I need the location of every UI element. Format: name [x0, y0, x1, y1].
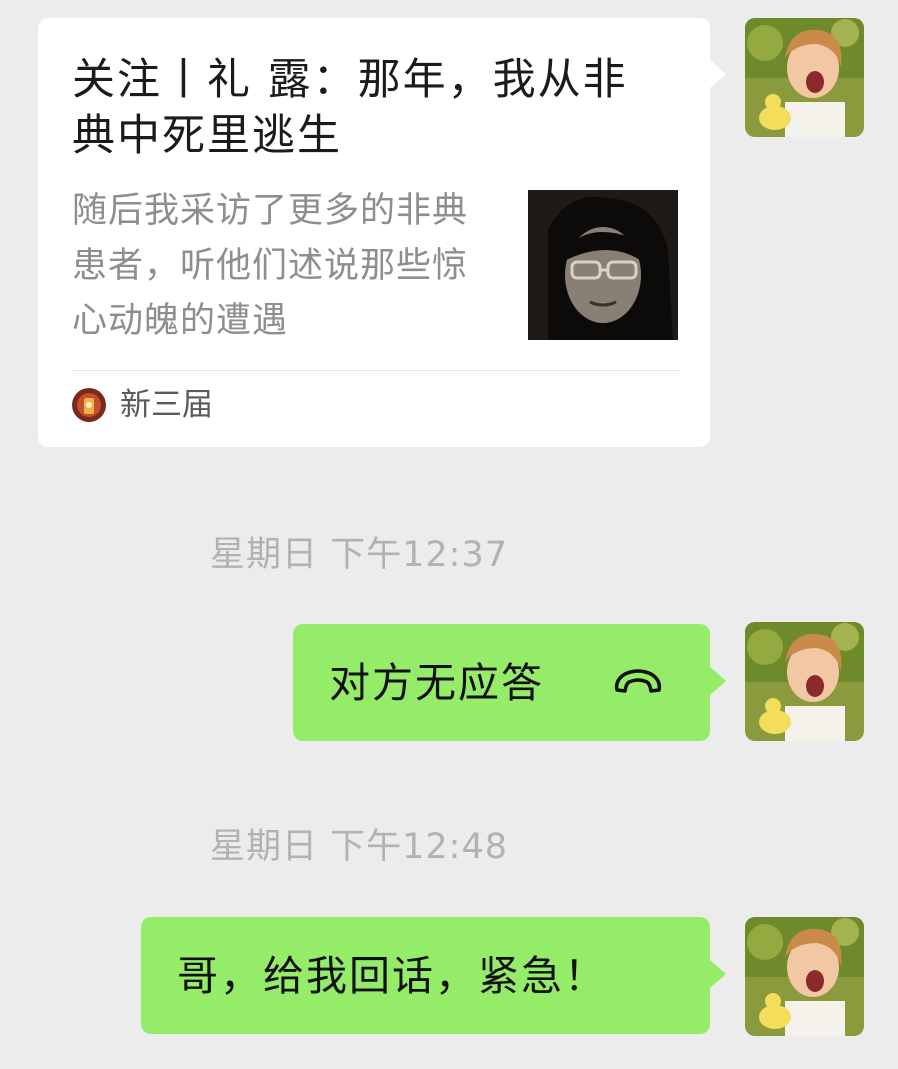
- article-title: 关注丨礼 露：那年，我从非典中死里逃生: [72, 55, 628, 161]
- hangup-phone-icon: [614, 669, 662, 693]
- avatar[interactable]: [745, 622, 864, 741]
- bubble-tail: [710, 667, 726, 695]
- timestamp: 星期日 下午12:48: [210, 827, 508, 867]
- card-tail: [710, 60, 726, 88]
- avatar[interactable]: [745, 18, 864, 137]
- article-source-name: 新三届: [120, 387, 213, 423]
- source-logo-icon: [72, 388, 106, 422]
- article-card[interactable]: 关注丨礼 露：那年，我从非典中死里逃生 随后我采访了更多的非典患者，听他们述说那…: [38, 18, 710, 447]
- card-divider: [72, 370, 680, 371]
- message-text: 哥，给我回话，紧急！: [177, 952, 607, 1000]
- article-description: 随后我采访了更多的非典患者，听他们述说那些惊心动魄的遭遇: [72, 191, 469, 341]
- call-status-text: 对方无应答: [329, 659, 544, 707]
- call-status-bubble[interactable]: 对方无应答: [293, 624, 710, 741]
- avatar[interactable]: [745, 917, 864, 1036]
- bubble-tail: [710, 960, 726, 988]
- article-thumbnail: [528, 190, 678, 340]
- timestamp: 星期日 下午12:37: [210, 535, 508, 575]
- message-bubble[interactable]: 哥，给我回话，紧急！: [141, 917, 710, 1034]
